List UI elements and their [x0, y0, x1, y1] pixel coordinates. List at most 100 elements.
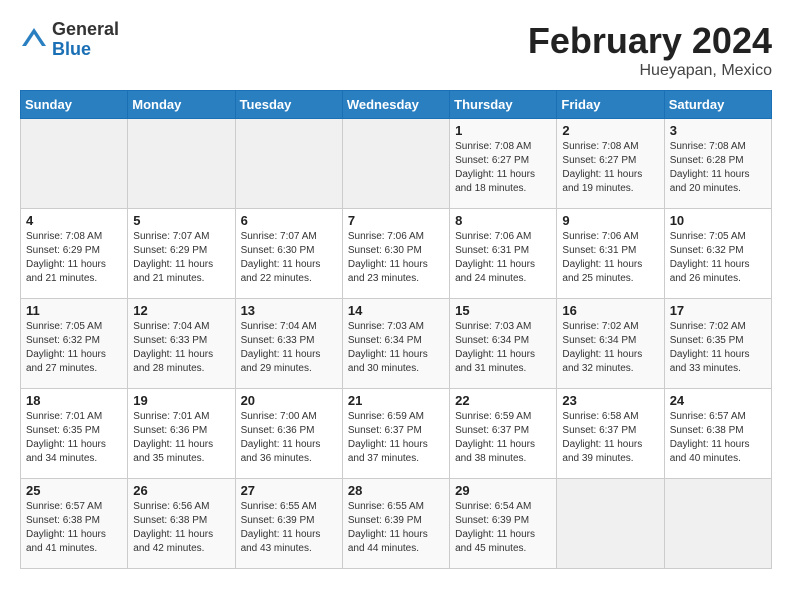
day-number: 9: [562, 213, 658, 228]
calendar-cell: 21Sunrise: 6:59 AM Sunset: 6:37 PM Dayli…: [342, 389, 449, 479]
day-number: 4: [26, 213, 122, 228]
calendar-cell: 24 Sunrise: 6:57 AM Sunset: 6:38 PM Dayli…: [664, 389, 771, 479]
day-number: 7: [348, 213, 444, 228]
calendar-cell: 2 Sunrise: 7:08 AM Sunset: 6:27 PM Daylig…: [557, 119, 664, 209]
day-info: Sunrise: 7:08 AM Sunset: 6:27 PM Dayligh…: [562, 140, 658, 196]
day-number: 22: [455, 393, 551, 408]
day-number: 16: [562, 303, 658, 318]
day-number: 19: [133, 393, 229, 408]
day-info: Sunrise: 7:07 AM Sunset: 6:30 PM Dayligh…: [241, 230, 337, 286]
weekday-header-friday: Friday: [557, 91, 664, 119]
day-number: 28: [348, 483, 444, 498]
day-info: Sunrise: 7:06 AM Sunset: 6:31 PM Dayligh…: [455, 230, 551, 286]
logo-icon: [20, 26, 48, 54]
logo: General Blue: [20, 20, 119, 60]
weekday-header-thursday: Thursday: [450, 91, 557, 119]
calendar-cell: [557, 479, 664, 569]
day-info: Sunrise: 7:04 AM Sunset: 6:33 PM Dayligh…: [133, 320, 229, 376]
logo-text: General Blue: [52, 20, 119, 60]
calendar-cell: 4 Sunrise: 7:08 AM Sunset: 6:29 PM Daylig…: [21, 209, 128, 299]
calendar-cell: 25 Sunrise: 6:57 AM Sunset: 6:38 PM Dayli…: [21, 479, 128, 569]
calendar-body: 1Sunrise: 7:08 AM Sunset: 6:27 PM Daylig…: [21, 119, 772, 569]
calendar-cell: 22 Sunrise: 6:59 AM Sunset: 6:37 PM Dayli…: [450, 389, 557, 479]
day-info: Sunrise: 7:08 AM Sunset: 6:27 PM Dayligh…: [455, 140, 551, 196]
calendar-cell: 26 Sunrise: 6:56 AM Sunset: 6:38 PM Dayli…: [128, 479, 235, 569]
day-number: 29: [455, 483, 551, 498]
day-number: 15: [455, 303, 551, 318]
calendar-cell: [128, 119, 235, 209]
day-number: 25: [26, 483, 122, 498]
weekday-header-row: SundayMondayTuesdayWednesdayThursdayFrid…: [21, 91, 772, 119]
day-number: 5: [133, 213, 229, 228]
day-info: Sunrise: 7:00 AM Sunset: 6:36 PM Dayligh…: [241, 410, 337, 466]
day-info: Sunrise: 7:02 AM Sunset: 6:35 PM Dayligh…: [670, 320, 766, 376]
calendar-cell: [235, 119, 342, 209]
calendar-cell: 23 Sunrise: 6:58 AM Sunset: 6:37 PM Dayli…: [557, 389, 664, 479]
calendar-cell: 28 Sunrise: 6:55 AM Sunset: 6:39 PM Dayli…: [342, 479, 449, 569]
day-info: Sunrise: 6:59 AM Sunset: 6:37 PM Dayligh…: [348, 410, 444, 466]
day-info: Sunrise: 7:06 AM Sunset: 6:30 PM Dayligh…: [348, 230, 444, 286]
calendar-cell: 10 Sunrise: 7:05 AM Sunset: 6:32 PM Dayli…: [664, 209, 771, 299]
calendar-cell: 18Sunrise: 7:01 AM Sunset: 6:35 PM Dayli…: [21, 389, 128, 479]
day-number: 13: [241, 303, 337, 318]
day-info: Sunrise: 7:04 AM Sunset: 6:33 PM Dayligh…: [241, 320, 337, 376]
calendar-cell: 15Sunrise: 7:03 AM Sunset: 6:34 PM Dayli…: [450, 299, 557, 389]
day-info: Sunrise: 7:01 AM Sunset: 6:36 PM Dayligh…: [133, 410, 229, 466]
calendar-week-row: 4 Sunrise: 7:08 AM Sunset: 6:29 PM Daylig…: [21, 209, 772, 299]
weekday-header-tuesday: Tuesday: [235, 91, 342, 119]
day-info: Sunrise: 6:56 AM Sunset: 6:38 PM Dayligh…: [133, 500, 229, 556]
month-title: February 2024: [528, 20, 772, 62]
day-number: 18: [26, 393, 122, 408]
header: General Blue February 2024 Hueyapan, Mex…: [20, 20, 772, 80]
day-number: 14: [348, 303, 444, 318]
day-info: Sunrise: 7:02 AM Sunset: 6:34 PM Dayligh…: [562, 320, 658, 376]
calendar-cell: 5 Sunrise: 7:07 AM Sunset: 6:29 PM Daylig…: [128, 209, 235, 299]
day-info: Sunrise: 7:03 AM Sunset: 6:34 PM Dayligh…: [348, 320, 444, 376]
day-info: Sunrise: 6:57 AM Sunset: 6:38 PM Dayligh…: [26, 500, 122, 556]
calendar-cell: 29Sunrise: 6:54 AM Sunset: 6:39 PM Dayli…: [450, 479, 557, 569]
calendar-cell: [21, 119, 128, 209]
day-number: 23: [562, 393, 658, 408]
calendar-cell: 8Sunrise: 7:06 AM Sunset: 6:31 PM Daylig…: [450, 209, 557, 299]
calendar-week-row: 1Sunrise: 7:08 AM Sunset: 6:27 PM Daylig…: [21, 119, 772, 209]
calendar-week-row: 25 Sunrise: 6:57 AM Sunset: 6:38 PM Dayli…: [21, 479, 772, 569]
weekday-header-wednesday: Wednesday: [342, 91, 449, 119]
logo-general-text: General: [52, 20, 119, 40]
calendar-cell: 13 Sunrise: 7:04 AM Sunset: 6:33 PM Dayli…: [235, 299, 342, 389]
day-info: Sunrise: 7:07 AM Sunset: 6:29 PM Dayligh…: [133, 230, 229, 286]
day-info: Sunrise: 7:06 AM Sunset: 6:31 PM Dayligh…: [562, 230, 658, 286]
day-info: Sunrise: 6:55 AM Sunset: 6:39 PM Dayligh…: [348, 500, 444, 556]
logo-blue-text: Blue: [52, 40, 119, 60]
day-info: Sunrise: 6:59 AM Sunset: 6:37 PM Dayligh…: [455, 410, 551, 466]
day-number: 2: [562, 123, 658, 138]
day-number: 6: [241, 213, 337, 228]
calendar-cell: 6 Sunrise: 7:07 AM Sunset: 6:30 PM Daylig…: [235, 209, 342, 299]
day-number: 24: [670, 393, 766, 408]
day-number: 20: [241, 393, 337, 408]
title-area: February 2024 Hueyapan, Mexico: [528, 20, 772, 80]
calendar-cell: 16 Sunrise: 7:02 AM Sunset: 6:34 PM Dayli…: [557, 299, 664, 389]
calendar-cell: 14 Sunrise: 7:03 AM Sunset: 6:34 PM Dayli…: [342, 299, 449, 389]
day-number: 10: [670, 213, 766, 228]
calendar-cell: [664, 479, 771, 569]
day-info: Sunrise: 6:55 AM Sunset: 6:39 PM Dayligh…: [241, 500, 337, 556]
calendar-cell: 3Sunrise: 7:08 AM Sunset: 6:28 PM Daylig…: [664, 119, 771, 209]
weekday-header-saturday: Saturday: [664, 91, 771, 119]
day-info: Sunrise: 7:05 AM Sunset: 6:32 PM Dayligh…: [670, 230, 766, 286]
calendar-cell: 7 Sunrise: 7:06 AM Sunset: 6:30 PM Daylig…: [342, 209, 449, 299]
calendar-cell: 9 Sunrise: 7:06 AM Sunset: 6:31 PM Daylig…: [557, 209, 664, 299]
calendar-week-row: 18Sunrise: 7:01 AM Sunset: 6:35 PM Dayli…: [21, 389, 772, 479]
day-number: 3: [670, 123, 766, 138]
weekday-header-sunday: Sunday: [21, 91, 128, 119]
day-number: 26: [133, 483, 229, 498]
calendar-cell: 20 Sunrise: 7:00 AM Sunset: 6:36 PM Dayli…: [235, 389, 342, 479]
day-info: Sunrise: 6:57 AM Sunset: 6:38 PM Dayligh…: [670, 410, 766, 466]
calendar-cell: 11Sunrise: 7:05 AM Sunset: 6:32 PM Dayli…: [21, 299, 128, 389]
calendar-table: SundayMondayTuesdayWednesdayThursdayFrid…: [20, 90, 772, 569]
calendar-week-row: 11Sunrise: 7:05 AM Sunset: 6:32 PM Dayli…: [21, 299, 772, 389]
day-info: Sunrise: 7:05 AM Sunset: 6:32 PM Dayligh…: [26, 320, 122, 376]
calendar-cell: 1Sunrise: 7:08 AM Sunset: 6:27 PM Daylig…: [450, 119, 557, 209]
day-number: 27: [241, 483, 337, 498]
day-info: Sunrise: 7:08 AM Sunset: 6:29 PM Dayligh…: [26, 230, 122, 286]
day-info: Sunrise: 6:58 AM Sunset: 6:37 PM Dayligh…: [562, 410, 658, 466]
